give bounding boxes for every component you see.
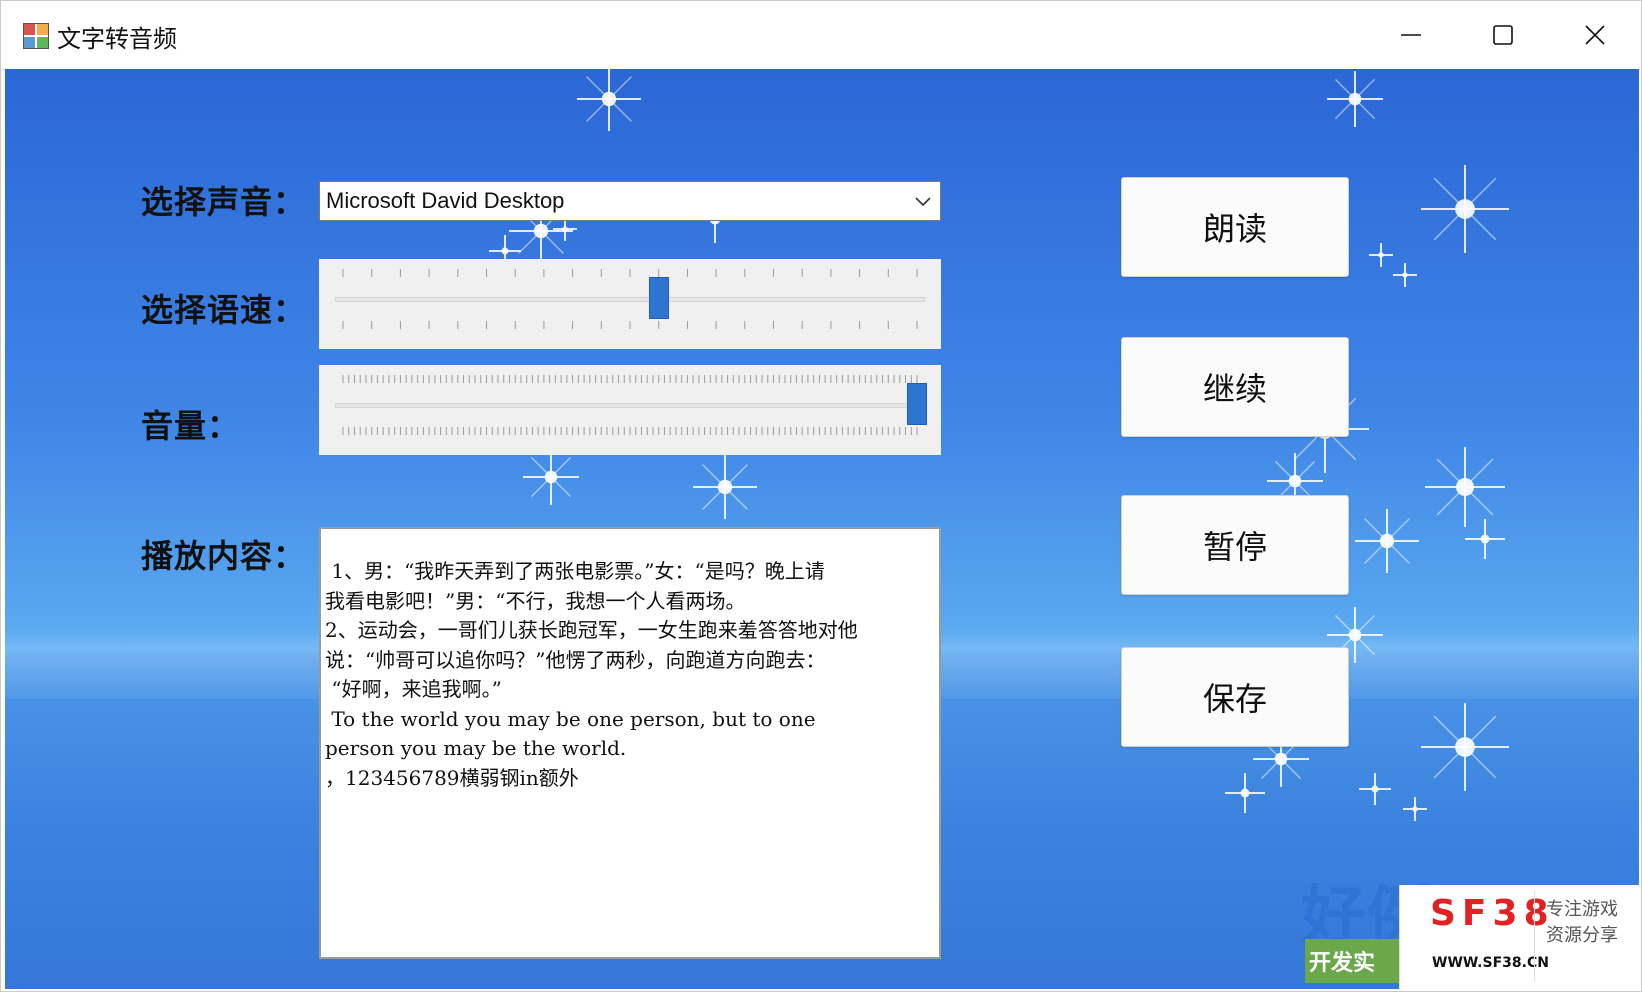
volume-label: 音量：: [141, 407, 241, 445]
content-textarea[interactable]: 1、男：“我昨天弄到了两张电影票。”女：“是吗？晚上请 我看电影吧！”男：“不行…: [319, 527, 941, 959]
speed-ticks: [342, 269, 918, 329]
sparkle-icon: [1369, 243, 1393, 267]
sparkle-icon: [693, 455, 757, 519]
save-button[interactable]: 保存: [1121, 647, 1349, 747]
sparkle-icon: [1465, 519, 1505, 559]
minimize-icon: [1401, 34, 1421, 36]
close-icon: [1585, 25, 1605, 45]
watermark-green-tag: 开发实: [1305, 939, 1401, 983]
minimize-button[interactable]: [1365, 1, 1457, 69]
sparkle-icon: [1355, 509, 1419, 573]
content-label: 播放内容：: [141, 537, 307, 575]
title-bar[interactable]: 文字转音频: [1, 1, 1641, 70]
badge-divider: [1534, 891, 1535, 981]
speed-slider-thumb[interactable]: [648, 277, 669, 319]
volume-track: [335, 403, 925, 408]
volume-slider[interactable]: [319, 365, 941, 455]
chevron-down-icon: [915, 197, 931, 207]
voice-select[interactable]: Microsoft David Desktop: [319, 181, 941, 221]
badge-tagline-2: 资源分享: [1546, 925, 1618, 946]
sparkle-icon: [1393, 263, 1417, 287]
maximize-icon: [1493, 25, 1513, 45]
sparkle-icon: [577, 69, 641, 131]
sf38-url: WWW.SF38.CN: [1432, 955, 1549, 971]
voice-label: 选择声音：: [141, 183, 307, 221]
app-window: 文字转音频 选择声音： Microsoft David Desktop 选择语速…: [0, 0, 1642, 992]
speed-label: 选择语速：: [141, 291, 307, 329]
client-area: 选择声音： Microsoft David Desktop 选择语速： 音量： …: [5, 69, 1639, 989]
pause-button[interactable]: 暂停: [1121, 495, 1349, 595]
volume-slider-thumb[interactable]: [907, 383, 927, 425]
read-button[interactable]: 朗读: [1121, 177, 1349, 277]
window-title: 文字转音频: [57, 25, 177, 53]
sparkle-icon: [523, 449, 579, 505]
sparkle-icon: [1327, 71, 1383, 127]
close-button[interactable]: [1549, 1, 1641, 69]
sparkle-icon: [1421, 703, 1509, 791]
voice-select-value: Microsoft David Desktop: [326, 188, 565, 213]
volume-ticks: [342, 375, 918, 435]
sparkle-icon: [1359, 773, 1391, 805]
resume-button[interactable]: 继续: [1121, 337, 1349, 437]
speed-track: [335, 297, 925, 302]
sparkle-icon: [1403, 797, 1427, 821]
sf38-logo: SF38: [1430, 893, 1555, 934]
maximize-button[interactable]: [1457, 1, 1549, 69]
badge-tagline-1: 专注游戏: [1546, 899, 1618, 920]
sparkle-icon: [1225, 773, 1265, 813]
app-icon: [23, 23, 49, 49]
sf38-badge: SF38 WWW.SF38.CN 专注游戏 资源分享: [1399, 885, 1640, 989]
speed-slider[interactable]: [319, 259, 941, 349]
sparkle-icon: [1425, 447, 1505, 527]
sparkle-icon: [1421, 165, 1509, 253]
